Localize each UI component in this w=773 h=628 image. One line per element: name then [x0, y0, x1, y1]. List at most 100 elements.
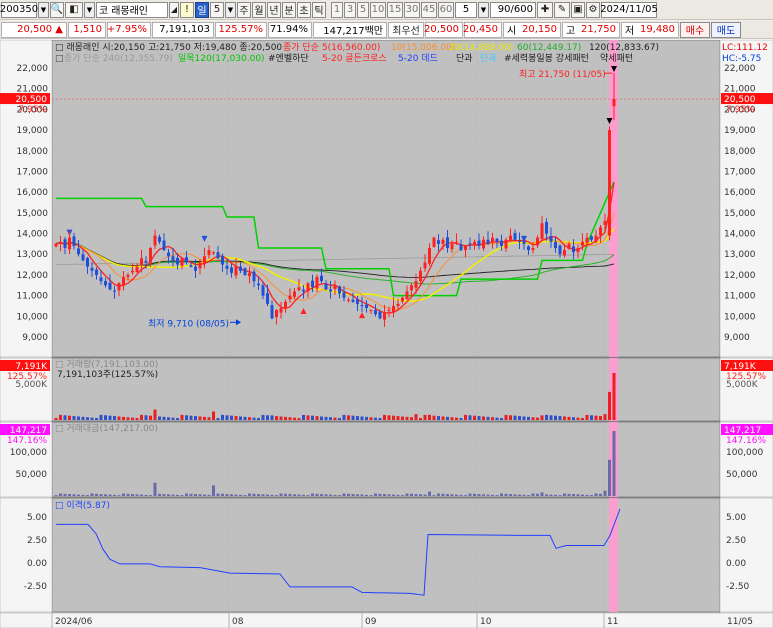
period-button-2[interactable]: 5	[210, 1, 224, 18]
price-tick-left: 12,000	[17, 271, 49, 281]
history-dropdown[interactable]: ▼	[84, 1, 95, 18]
volume-bar	[495, 417, 499, 420]
volume-bar	[572, 417, 575, 420]
amount-bar	[77, 494, 80, 496]
volume-bar	[216, 418, 220, 420]
minute-button-60[interactable]: 60	[438, 1, 454, 18]
date-field[interactable]: 2024/11/05	[600, 1, 658, 18]
candle-body	[230, 267, 233, 273]
stock-name-field[interactable]: 코 래몽래인	[96, 1, 168, 18]
volume-bar	[473, 415, 476, 420]
candle-body	[320, 275, 323, 282]
minute-dropdown[interactable]: ▼	[478, 1, 489, 18]
amount-bar	[324, 494, 328, 496]
x-axis-label: 11	[607, 617, 618, 627]
volume-tag-left-text: 7,191K	[15, 362, 48, 372]
period-button-4[interactable]: 월	[252, 1, 266, 18]
candle-body	[405, 291, 409, 299]
disparity-panel-title: □ 이격(5.87)	[55, 499, 110, 511]
amount-bar	[122, 493, 125, 496]
price-tick-left: 14,000	[17, 230, 49, 240]
volume-bar	[594, 415, 598, 420]
volume-bar	[504, 414, 508, 420]
candle-body	[491, 237, 494, 242]
amount-bar	[383, 494, 386, 496]
minute-button-1[interactable]: 1	[331, 1, 343, 18]
minute-button-45[interactable]: 45	[421, 1, 437, 18]
history-button[interactable]: ◧	[65, 1, 83, 18]
volume-bar	[86, 417, 89, 420]
candle-body	[135, 266, 139, 273]
search-button[interactable]: 🔍	[50, 1, 64, 18]
amount-bar	[162, 494, 166, 496]
amount-bar	[261, 494, 265, 496]
count-value: 90	[497, 4, 511, 15]
candle-body	[54, 243, 58, 247]
amount-bar	[68, 494, 71, 496]
candle-body	[482, 239, 485, 249]
volume-bar	[243, 416, 247, 420]
volume-bar	[338, 418, 341, 420]
stock-code-input[interactable]: 200350	[0, 1, 38, 18]
sell-button[interactable]: 매도	[711, 21, 741, 38]
price-tick-left: 17,000	[17, 167, 49, 177]
volume-bar	[63, 415, 67, 420]
stock-chart[interactable]: 22,000 22,00021,000 21,00020,000 20,00019,0…	[0, 39, 773, 628]
stock-code-dropdown[interactable]: ▼	[38, 1, 49, 18]
volume-bar	[54, 418, 58, 420]
volume-bar	[396, 416, 400, 420]
amount-bar	[567, 493, 571, 496]
stock-name-arrow[interactable]: ◢	[169, 1, 179, 18]
minute-button-5[interactable]: 5	[357, 1, 369, 18]
disparity-tick-left: 5.00	[27, 513, 47, 523]
price-tick-right: 11,000	[724, 292, 756, 302]
amount-bar	[360, 494, 364, 496]
amount-bar	[477, 494, 481, 496]
save-button[interactable]: ▣	[571, 1, 585, 18]
minute-button-30[interactable]: 30	[404, 1, 420, 18]
indicator-button[interactable]: ✚	[537, 1, 553, 18]
high-value: 21,750	[581, 24, 616, 35]
amount-bar	[63, 493, 67, 496]
volume-bar	[167, 417, 170, 420]
lc-label: LC:111.12	[722, 43, 768, 53]
volume-value: 7,191,103	[152, 21, 214, 38]
volume-bar	[378, 418, 382, 420]
period-button-1[interactable]: 일	[195, 1, 209, 18]
volume-pct: 125.57%	[215, 21, 267, 38]
candle-body	[324, 283, 328, 290]
period-dropdown[interactable]: ▼	[225, 1, 236, 18]
period-button-0[interactable]: !	[180, 1, 194, 18]
candle-body	[311, 280, 314, 288]
amount-bar	[86, 495, 89, 496]
amount-bar	[329, 494, 332, 496]
volume-bar	[383, 414, 386, 420]
legend-row1-item: 20(14,888.00)	[449, 43, 513, 53]
amount-tick-right: 50,000	[726, 470, 758, 480]
volume-bar	[482, 416, 485, 420]
minute-button-10[interactable]: 10	[370, 1, 386, 18]
settings-button[interactable]: ⚙	[586, 1, 600, 18]
chart-area[interactable]: 22,000 22,000 21,000 21,000 20,000 20,000 19,0…	[0, 39, 773, 628]
period-button-8[interactable]: 틱	[312, 1, 326, 18]
buy-button[interactable]: 매수	[680, 21, 710, 38]
amount-bar	[306, 495, 310, 496]
volume-bar	[522, 416, 526, 420]
minute-button-3[interactable]: 3	[344, 1, 356, 18]
candle-body	[239, 266, 242, 271]
period-button-5[interactable]: 년	[267, 1, 281, 18]
minute-value-field[interactable]: 5	[455, 1, 477, 18]
candle-body	[500, 240, 503, 246]
period-button-3[interactable]: 주	[237, 1, 251, 18]
candle-body	[176, 257, 179, 265]
period-button-6[interactable]: 분	[282, 1, 296, 18]
period-button-7[interactable]: 초	[297, 1, 311, 18]
draw-tool-button[interactable]: ✎	[554, 1, 570, 18]
gear-icon: ⚙	[588, 4, 598, 15]
minute-button-15[interactable]: 15	[387, 1, 403, 18]
count-field[interactable]: 90/600	[490, 1, 536, 18]
amount-bar	[396, 494, 400, 496]
count-total: /600	[510, 4, 533, 15]
candle-body	[252, 271, 256, 282]
volume-bar	[320, 416, 323, 420]
